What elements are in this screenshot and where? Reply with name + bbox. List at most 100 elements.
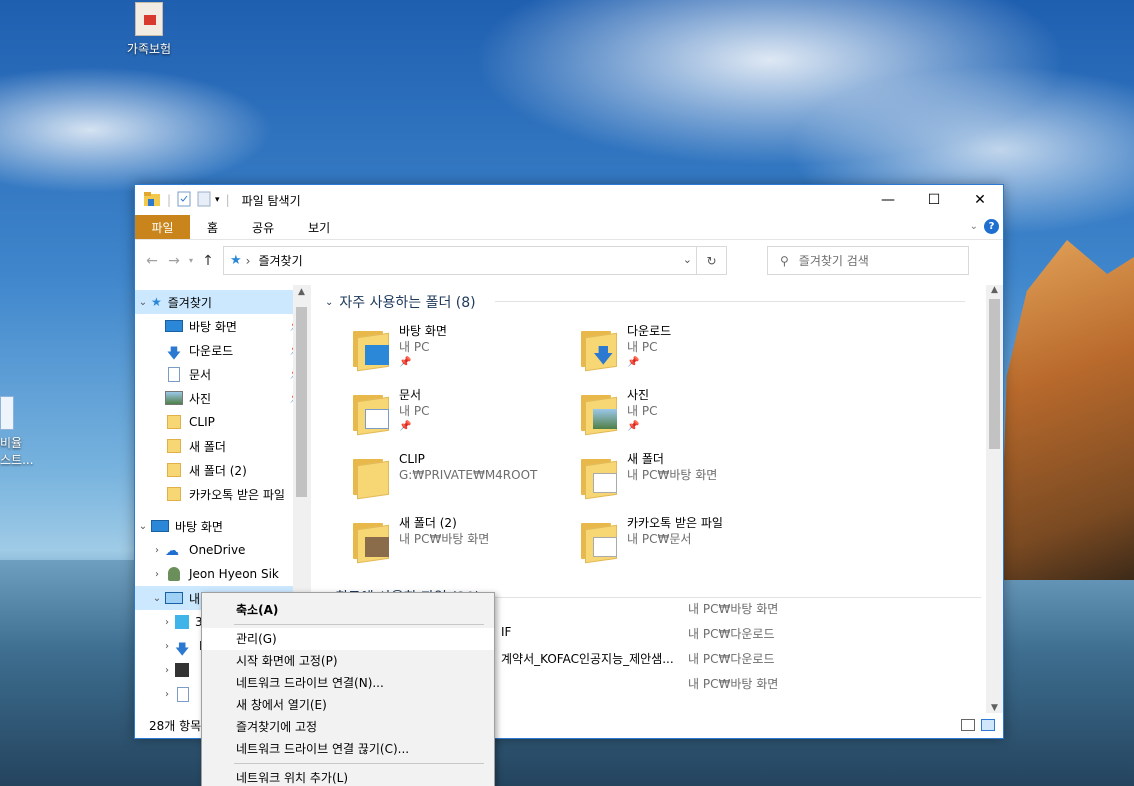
- chevron-right-icon[interactable]: ›: [159, 689, 175, 700]
- properties-icon[interactable]: [177, 191, 191, 210]
- maximize-button[interactable]: ☐: [911, 185, 957, 215]
- chevron-right-icon[interactable]: ›: [159, 617, 175, 628]
- folder-icon: [579, 519, 619, 564]
- nav-item-new-folder[interactable]: 새 폴더: [135, 434, 310, 458]
- context-menu-item[interactable]: 축소(A): [202, 599, 494, 621]
- scroll-up-icon[interactable]: ▲: [986, 285, 1003, 295]
- folder-tile-name: 바탕 화면: [399, 324, 447, 338]
- recent-file-path: 내 PC₩바탕 화면: [688, 677, 779, 691]
- nav-user-folder[interactable]: › Jeon Hyeon Sik: [135, 562, 310, 586]
- context-menu-item[interactable]: 네트워크 위치 추가(L): [202, 767, 494, 786]
- folder-tile-name: 사진: [627, 388, 650, 402]
- scroll-down-icon[interactable]: ▼: [986, 703, 1003, 713]
- frequent-folders-title: 자주 사용하는 폴더 (8): [339, 295, 476, 311]
- help-icon[interactable]: ?: [984, 219, 999, 234]
- recent-file-path: 내 PC₩바탕 화면: [688, 602, 779, 616]
- up-arrow-icon[interactable]: ↑: [197, 253, 219, 269]
- folder-tile[interactable]: 사진 내 PC 📌: [579, 387, 799, 445]
- back-arrow-icon[interactable]: ←: [141, 253, 163, 269]
- chevron-right-icon[interactable]: ›: [149, 545, 165, 556]
- chevron-down-icon[interactable]: ⌄: [135, 297, 151, 308]
- breadcrumb-quick-access[interactable]: 즐겨찾기: [258, 252, 302, 269]
- context-menu-item[interactable]: 관리(G): [202, 628, 494, 650]
- nav-item-downloads[interactable]: 🡇 다운로드 📌: [135, 338, 310, 363]
- recent-locations-icon[interactable]: ▾: [185, 256, 197, 265]
- expand-ribbon-icon[interactable]: ⌄: [970, 221, 978, 232]
- title-bar[interactable]: | ▾ | 파일 탐색기 — ☐ ✕: [135, 185, 1003, 215]
- menu-separator: [234, 624, 484, 625]
- nav-quick-access[interactable]: ⌄ ★ 즐겨찾기: [135, 290, 310, 314]
- nav-item-kakaotalk[interactable]: 카카오톡 받은 파일: [135, 482, 310, 506]
- context-menu-item[interactable]: 시작 화면에 고정(P): [202, 650, 494, 672]
- context-menu-item[interactable]: 네트워크 드라이브 연결(N)...: [202, 672, 494, 694]
- forward-arrow-icon[interactable]: →: [163, 253, 185, 269]
- folder-tile-name: 문서: [399, 388, 422, 402]
- customize-toolbar-dropdown-icon[interactable]: ▾: [215, 195, 220, 205]
- scrollbar-thumb[interactable]: [296, 307, 307, 497]
- folder-tile-name: CLIP: [399, 452, 425, 466]
- folder-tile[interactable]: CLIP G:₩PRIVATE₩M4ROOT: [351, 451, 571, 509]
- folder-tile[interactable]: 🡇 다운로드 내 PC 📌: [579, 323, 799, 381]
- desktop-icon-family-insurance[interactable]: 가족보험: [118, 2, 180, 57]
- nav-item-desktop[interactable]: 바탕 화면 📌: [135, 314, 310, 338]
- tab-share[interactable]: 공유: [235, 215, 291, 239]
- chevron-right-icon[interactable]: ›: [159, 641, 175, 652]
- folder-tile[interactable]: 바탕 화면 내 PC 📌: [351, 323, 571, 381]
- search-box[interactable]: ⚲ 즐겨찾기 검색: [767, 246, 969, 275]
- folder-tile[interactable]: 새 폴더 (2) 내 PC₩바탕 화면: [351, 515, 571, 573]
- computer-icon: [165, 592, 183, 604]
- chevron-right-icon[interactable]: ›: [149, 569, 165, 580]
- close-button[interactable]: ✕: [957, 185, 1003, 215]
- nav-onedrive[interactable]: › ☁ OneDrive: [135, 538, 310, 562]
- details-view-icon[interactable]: [961, 719, 975, 731]
- scroll-up-icon[interactable]: ▲: [293, 287, 310, 297]
- context-menu-item[interactable]: 새 창에서 열기(E): [202, 694, 494, 716]
- nav-item-clip[interactable]: CLIP: [135, 410, 310, 434]
- folder-tile-location: 내 PC₩바탕 화면: [627, 468, 718, 482]
- nav-desktop-root[interactable]: ⌄ 바탕 화면: [135, 514, 310, 538]
- folder-tile[interactable]: 카카오톡 받은 파일 내 PC₩문서: [579, 515, 799, 573]
- content-scrollbar[interactable]: ▲ ▼: [986, 285, 1003, 713]
- minimize-button[interactable]: —: [865, 185, 911, 215]
- chevron-down-icon[interactable]: ⌄: [149, 593, 165, 604]
- folder-icon: [351, 391, 391, 436]
- folder-tile-location: 내 PC: [399, 340, 430, 354]
- address-bar[interactable]: ★ › 즐겨찾기 ⌄ ↻: [223, 246, 727, 275]
- chevron-down-icon[interactable]: ⌄: [135, 521, 151, 532]
- folder-icon: [167, 415, 181, 429]
- tab-view[interactable]: 보기: [291, 215, 347, 239]
- address-dropdown-icon[interactable]: ⌄: [683, 253, 692, 266]
- folder-tile-location: 내 PC: [627, 340, 658, 354]
- scrollbar-thumb[interactable]: [989, 299, 1000, 449]
- ribbon-tabs: 파일 홈 공유 보기: [135, 215, 1003, 239]
- breadcrumb-chevron-icon[interactable]: ›: [246, 254, 251, 268]
- nav-onedrive-label: OneDrive: [189, 543, 246, 557]
- document-icon: [168, 366, 180, 382]
- chevron-right-icon[interactable]: ›: [159, 665, 175, 676]
- folder-tile[interactable]: 새 폴더 내 PC₩바탕 화면: [579, 451, 799, 509]
- context-menu-item[interactable]: 네트워크 드라이브 연결 끊기(C)...: [202, 738, 494, 760]
- folder-tile[interactable]: 문서 내 PC 📌: [351, 387, 571, 445]
- desktop-icon-partial[interactable]: 비율 스트...: [0, 396, 34, 468]
- folder-icon: [351, 455, 391, 500]
- tab-file[interactable]: 파일: [135, 215, 190, 239]
- recent-file-name[interactable]: IF: [501, 625, 511, 639]
- nav-item-new-folder-2[interactable]: 새 폴더 (2): [135, 458, 310, 482]
- chevron-down-icon[interactable]: ⌄: [325, 297, 333, 308]
- context-menu-item[interactable]: 즐겨찾기에 고정: [202, 716, 494, 738]
- explorer-folder-icon[interactable]: [143, 191, 161, 210]
- folder-icon: 🡇: [579, 327, 619, 372]
- window-title: 파일 탐색기: [241, 193, 301, 208]
- nav-item-label: 바탕 화면: [189, 319, 237, 334]
- tab-home[interactable]: 홈: [190, 215, 235, 239]
- folder-tile-name: 새 폴더 (2): [399, 516, 457, 530]
- recent-file-name[interactable]: 계약서_KOFAC인공지능_제안샘...: [501, 650, 674, 667]
- nav-item-pictures[interactable]: 사진 📌: [135, 386, 310, 410]
- frequent-folders-header[interactable]: ⌄ 자주 사용하는 폴더 (8): [325, 292, 965, 312]
- large-icons-view-icon[interactable]: [981, 719, 995, 731]
- new-folder-icon[interactable]: [197, 191, 211, 210]
- search-icon: ⚲: [780, 253, 789, 268]
- nav-item-documents[interactable]: 문서 📌: [135, 362, 310, 386]
- refresh-icon[interactable]: ↻: [696, 247, 726, 274]
- folder-tile-location: G:₩PRIVATE₩M4ROOT: [399, 468, 538, 482]
